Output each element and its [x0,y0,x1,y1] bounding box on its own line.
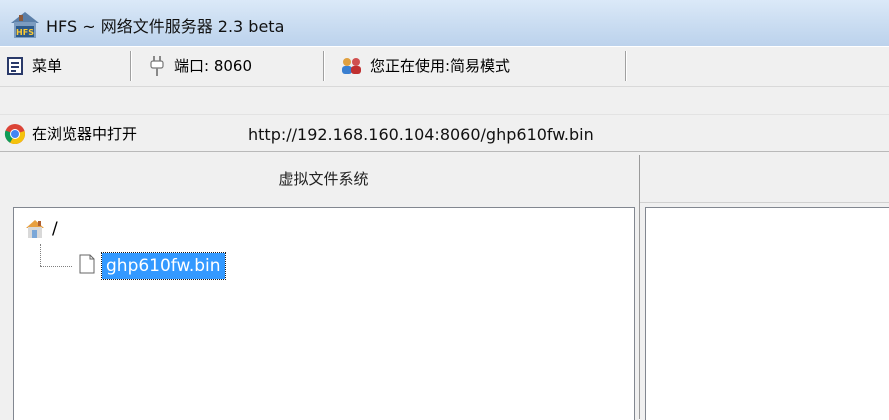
browser-icon [4,123,25,144]
root-label: / [52,219,58,239]
tree-root-item[interactable]: / [24,218,58,240]
port-label: 端口: 8060 [174,57,252,75]
tree-connector [40,266,72,267]
hfs-house-icon: HFS [11,12,39,38]
url-bar: 在浏览器中打开 http://192.168.160.104:8060/ghp6… [0,114,889,152]
mode-label: 您正在使用:简易模式 [370,57,511,75]
menu-label: 菜单 [32,57,63,75]
toolbar-separator [625,51,626,81]
window-title: HFS ~ 网络文件服务器 2.3 beta [46,17,285,36]
log-area[interactable] [645,207,889,420]
mode-button[interactable]: 您正在使用:简易模式 [340,50,510,81]
home-icon [26,220,44,238]
window-titlebar: HFS HFS ~ 网络文件服务器 2.3 beta [0,0,889,46]
vfs-header: 虚拟文件系统 [8,155,639,202]
vfs-header-label: 虚拟文件系统 [278,170,369,188]
open-in-browser-label: 在浏览器中打开 [32,125,138,143]
toolbar-separator [130,51,131,81]
vfs-tree[interactable]: / ghp610fw.bin [13,207,635,420]
log-header [640,155,889,203]
svg-text:HFS: HFS [16,28,34,37]
tree-connector [40,244,41,266]
port-button[interactable]: 端口: 8060 [148,50,252,81]
menu-button[interactable]: 菜单 [6,50,62,81]
toolbar-separator [323,51,324,81]
url-text[interactable]: http://192.168.160.104:8060/ghp610fw.bin [248,125,594,144]
plug-icon [150,55,164,76]
file-icon [79,254,95,274]
toolbar: 菜单 端口: 8060 您正在使用:简易模式 [0,46,889,87]
file-item[interactable]: ghp610fw.bin [101,252,226,280]
open-in-browser-button[interactable]: 在浏览器中打开 [4,118,137,149]
log-panel [640,155,889,420]
vfs-panel: 虚拟文件系统 / ghp610fw.bin [8,155,640,420]
menu-icon [7,56,23,75]
users-icon [342,57,361,74]
